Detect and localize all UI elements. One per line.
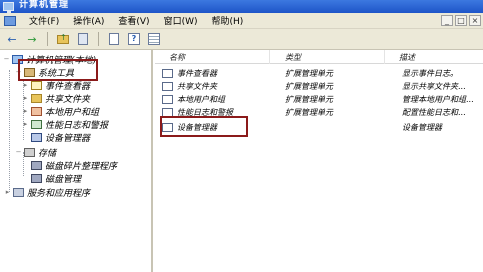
document-window-icon[interactable] <box>4 15 16 26</box>
toolbar-separator <box>98 32 99 46</box>
close-button[interactable]: × <box>469 15 481 26</box>
list-cell-description: 显示共享文件夹... <box>402 81 466 91</box>
expand-icon[interactable]: ▸ <box>22 120 29 128</box>
list-cell-description: 设备管理器 <box>402 122 442 132</box>
tree-item-performance-logs[interactable]: ▸ 性能日志和警报 <box>22 118 109 131</box>
shared-folders-icon <box>31 93 42 103</box>
local-users-icon <box>31 106 42 116</box>
list-cell-name: 事件查看器 <box>177 68 217 78</box>
show-hide-tree-button[interactable] <box>75 32 91 47</box>
tree-item-disk-defragmenter[interactable]: 磁盘碎片整理程序 <box>31 159 118 172</box>
toolbar: ← → ? <box>0 29 483 50</box>
device-manager-icon <box>31 132 42 142</box>
column-header-description[interactable]: 描述 <box>385 50 483 64</box>
export-list-button[interactable] <box>106 32 122 47</box>
expand-icon[interactable]: ▸ <box>4 188 11 196</box>
properties-button[interactable] <box>146 32 162 47</box>
collapse-icon[interactable]: − <box>3 55 10 63</box>
tree-label-performance-logs: 性能日志和警报 <box>45 120 109 131</box>
local-users-icon <box>162 94 173 104</box>
minimize-button[interactable]: _ <box>441 15 453 26</box>
window-title: 计算机管理 <box>19 0 70 10</box>
list-cell-type: 扩展管理单元 <box>285 107 333 117</box>
list-cell-description: 显示事件日志。 <box>402 68 458 78</box>
disk-management-icon <box>31 173 42 183</box>
list-header: 名称 类型 描述 <box>155 50 483 64</box>
menu-view[interactable]: 查看(V) <box>111 14 156 27</box>
help-button[interactable]: ? <box>126 32 142 47</box>
tree-label-shared-folders: 共享文件夹 <box>45 94 91 105</box>
expand-icon[interactable]: ▸ <box>22 81 29 89</box>
computer-management-icon <box>3 2 14 13</box>
tree-label-device-manager: 设备管理器 <box>45 133 91 144</box>
title-bar: 计算机管理 <box>0 0 483 13</box>
highlight-box-system-tools <box>18 59 98 81</box>
event-viewer-icon <box>31 80 42 90</box>
list-cell-name: 本地用户和组 <box>177 94 225 104</box>
event-viewer-icon <box>162 68 173 78</box>
expand-icon[interactable]: ▸ <box>22 107 29 115</box>
storage-icon <box>24 147 35 157</box>
list-row-event-viewer[interactable]: 事件查看器 扩展管理单元 显示事件日志。 <box>155 67 483 79</box>
tree-label-storage: 存储 <box>38 148 57 159</box>
column-header-name[interactable]: 名称 <box>155 50 270 64</box>
expand-icon[interactable]: ▸ <box>22 94 29 102</box>
export-list-icon <box>109 33 119 45</box>
up-level-button[interactable] <box>55 32 71 47</box>
column-header-type[interactable]: 类型 <box>270 50 385 64</box>
tree-label-disk-management: 磁盘管理 <box>45 174 82 185</box>
folder-up-icon <box>57 33 69 44</box>
menu-window[interactable]: 窗口(W) <box>157 14 205 27</box>
disk-defragmenter-icon <box>31 160 42 170</box>
toolbar-separator <box>47 32 48 46</box>
performance-logs-icon <box>31 119 42 129</box>
tree-label-local-users: 本地用户和组 <box>45 107 100 118</box>
menu-bar: 文件(F) 操作(A) 查看(V) 窗口(W) 帮助(H) _ □ × <box>0 13 483 29</box>
tree-item-storage[interactable]: − 存储 <box>15 146 57 159</box>
tree-item-local-users[interactable]: ▸ 本地用户和组 <box>22 105 100 118</box>
restore-button[interactable]: □ <box>455 15 467 26</box>
list-cell-type: 扩展管理单元 <box>285 94 333 104</box>
list-cell-type: 扩展管理单元 <box>285 68 333 78</box>
list-cell-name: 共享文件夹 <box>177 81 217 91</box>
details-pane: 名称 类型 描述 事件查看器 扩展管理单元 显示事件日志。 共享文件夹 扩展管理… <box>155 50 483 272</box>
tree-label-services-apps: 服务和应用程序 <box>27 188 91 199</box>
highlight-box-device-manager <box>160 116 248 137</box>
tree-connector <box>9 70 10 192</box>
back-button[interactable]: ← <box>4 32 20 47</box>
properties-icon <box>148 33 160 45</box>
list-cell-description: 管理本地用户和组... <box>402 94 474 104</box>
list-cell-description: 配置性能日志和... <box>402 107 466 117</box>
tree-item-device-manager[interactable]: 设备管理器 <box>31 131 91 144</box>
console-tree: − 计算机管理(本地) − 系统工具 ▸ 事件查看器 ▸ 共享文件夹 ▸ 本地用… <box>0 50 153 272</box>
services-apps-icon <box>13 187 24 197</box>
list-cell-type: 扩展管理单元 <box>285 81 333 91</box>
tree-item-shared-folders[interactable]: ▸ 共享文件夹 <box>22 92 91 105</box>
forward-button[interactable]: → <box>24 32 40 47</box>
tree-item-services-apps[interactable]: ▸ 服务和应用程序 <box>4 186 91 199</box>
list-row-shared-folders[interactable]: 共享文件夹 扩展管理单元 显示共享文件夹... <box>155 80 483 92</box>
list-row-local-users[interactable]: 本地用户和组 扩展管理单元 管理本地用户和组... <box>155 93 483 105</box>
menu-action[interactable]: 操作(A) <box>66 14 111 27</box>
collapse-icon[interactable]: − <box>15 148 22 156</box>
console-tree-icon <box>78 33 88 45</box>
window-controls: _ □ × <box>441 15 481 26</box>
tree-item-disk-management[interactable]: 磁盘管理 <box>31 172 82 185</box>
tree-label-disk-defragmenter: 磁盘碎片整理程序 <box>45 161 118 172</box>
menu-help[interactable]: 帮助(H) <box>205 14 251 27</box>
menu-file[interactable]: 文件(F) <box>22 14 66 27</box>
shared-folders-icon <box>162 81 173 91</box>
help-icon: ? <box>128 33 140 45</box>
